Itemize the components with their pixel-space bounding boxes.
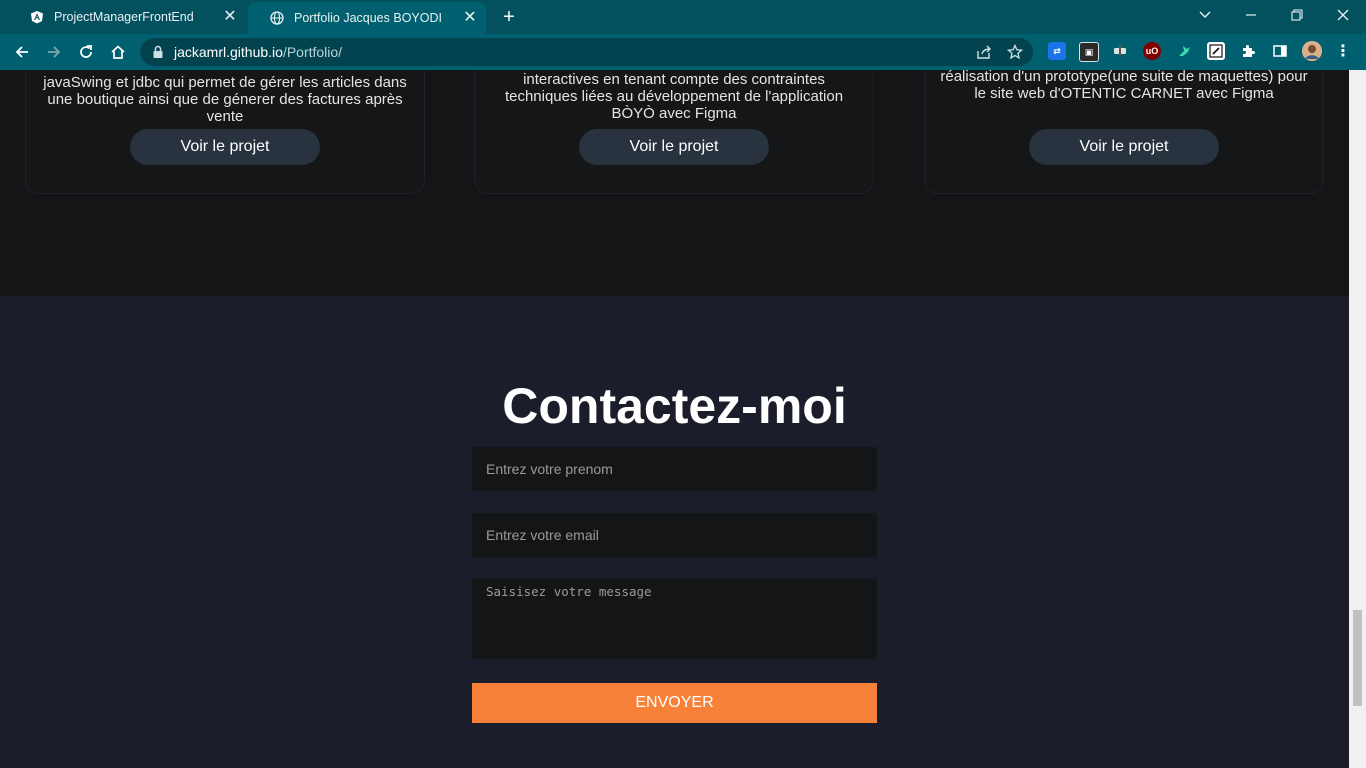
scrollbar-thumb[interactable] bbox=[1353, 610, 1362, 706]
globe-icon bbox=[270, 11, 284, 25]
reload-icon[interactable] bbox=[76, 42, 96, 62]
share-icon[interactable] bbox=[976, 44, 992, 60]
desc-line: une boutique ainsi que de génerer des fa… bbox=[47, 91, 403, 108]
close-tab-icon[interactable]: ✕ bbox=[222, 9, 238, 25]
puzzle-icon[interactable] bbox=[1239, 42, 1257, 60]
view-project-button[interactable]: Voir le projet bbox=[130, 129, 320, 165]
desc-line: le site web d'OTENTIC CARNET avec Figma bbox=[974, 85, 1274, 102]
gear-mask-icon[interactable] bbox=[1111, 42, 1129, 60]
url-path: /Portfolio/ bbox=[282, 44, 343, 60]
bird-icon[interactable] bbox=[1175, 42, 1193, 60]
new-tab-button[interactable]: + bbox=[499, 7, 519, 27]
send-button[interactable]: ENVOYER bbox=[472, 683, 877, 723]
forward-arrow-icon[interactable] bbox=[44, 42, 64, 62]
home-icon[interactable] bbox=[108, 42, 128, 62]
tab-label: Portfolio Jacques BOYODI bbox=[294, 11, 442, 25]
close-tab-icon[interactable]: ✕ bbox=[462, 10, 478, 26]
contact-title: Contactez-moi bbox=[502, 378, 847, 434]
desc-line: vente bbox=[206, 108, 244, 125]
desc-line: javaSwing et jdbc qui permet de gérer le… bbox=[43, 74, 407, 91]
ublock-icon[interactable]: uO bbox=[1143, 42, 1161, 60]
lock-icon[interactable] bbox=[152, 45, 164, 59]
bookmark-star-icon[interactable] bbox=[1007, 44, 1023, 60]
kebab-menu-icon[interactable]: ⋮ bbox=[1334, 42, 1352, 60]
desc-line: réalisation d'un prototype(une suite de … bbox=[940, 70, 1308, 85]
project-card: interactives en tenant compte des contra… bbox=[474, 70, 874, 194]
page-scrollbar[interactable] bbox=[1349, 70, 1366, 768]
tab-projectmanager[interactable]: ProjectManagerFrontEnd ✕ bbox=[8, 0, 246, 34]
screenshot-icon[interactable]: ▣ bbox=[1079, 42, 1099, 62]
project-card: réalisation d'un prototype(une suite de … bbox=[924, 70, 1324, 194]
browser-tabbar: ProjectManagerFrontEnd ✕ Portfolio Jacqu… bbox=[0, 0, 1366, 34]
restore-icon[interactable] bbox=[1274, 0, 1320, 30]
view-project-button[interactable]: Voir le projet bbox=[1029, 129, 1219, 165]
project-description: javaSwing et jdbc qui permet de gérer le… bbox=[26, 74, 424, 125]
avatar[interactable] bbox=[1302, 41, 1322, 61]
url-host: jackamrl.github.io bbox=[174, 44, 283, 60]
page-viewport: javaSwing et jdbc qui permet de gérer le… bbox=[0, 70, 1349, 768]
translate-icon[interactable]: ⇄ bbox=[1048, 42, 1066, 60]
address-bar[interactable]: jackamrl.github.io/Portfolio/ bbox=[140, 38, 1033, 66]
project-description: réalisation d'un prototype(une suite de … bbox=[925, 70, 1323, 102]
view-project-button[interactable]: Voir le projet bbox=[579, 129, 769, 165]
desc-line: techniques liées au développement de l'a… bbox=[504, 88, 844, 105]
minimize-icon[interactable] bbox=[1228, 0, 1274, 30]
tab-portfolio[interactable]: Portfolio Jacques BOYODI ✕ bbox=[248, 2, 486, 34]
browser-toolbar: jackamrl.github.io/Portfolio/ bbox=[0, 34, 1366, 70]
desc-line: interactives en tenant compte des contra… bbox=[523, 71, 825, 88]
project-card: javaSwing et jdbc qui permet de gérer le… bbox=[25, 70, 425, 194]
projects-section: javaSwing et jdbc qui permet de gérer le… bbox=[0, 70, 1349, 296]
url-text: jackamrl.github.io/Portfolio/ bbox=[174, 38, 342, 66]
close-window-icon[interactable] bbox=[1320, 0, 1366, 30]
side-panel-icon[interactable] bbox=[1271, 42, 1289, 60]
tab-search-icon[interactable] bbox=[1182, 0, 1228, 30]
angular-icon bbox=[30, 10, 44, 24]
email-field[interactable]: Entrez votre email bbox=[472, 513, 877, 557]
desc-line: BÒYÒ avec Figma bbox=[611, 105, 737, 122]
notion-icon[interactable] bbox=[1207, 42, 1225, 60]
project-description: interactives en tenant compte des contra… bbox=[475, 71, 873, 122]
tab-label: ProjectManagerFrontEnd bbox=[54, 10, 194, 24]
message-textarea[interactable]: Saisisez votre message bbox=[472, 579, 877, 659]
firstname-input[interactable]: Entrez votre prenom bbox=[472, 447, 877, 491]
back-arrow-icon[interactable] bbox=[12, 42, 32, 62]
